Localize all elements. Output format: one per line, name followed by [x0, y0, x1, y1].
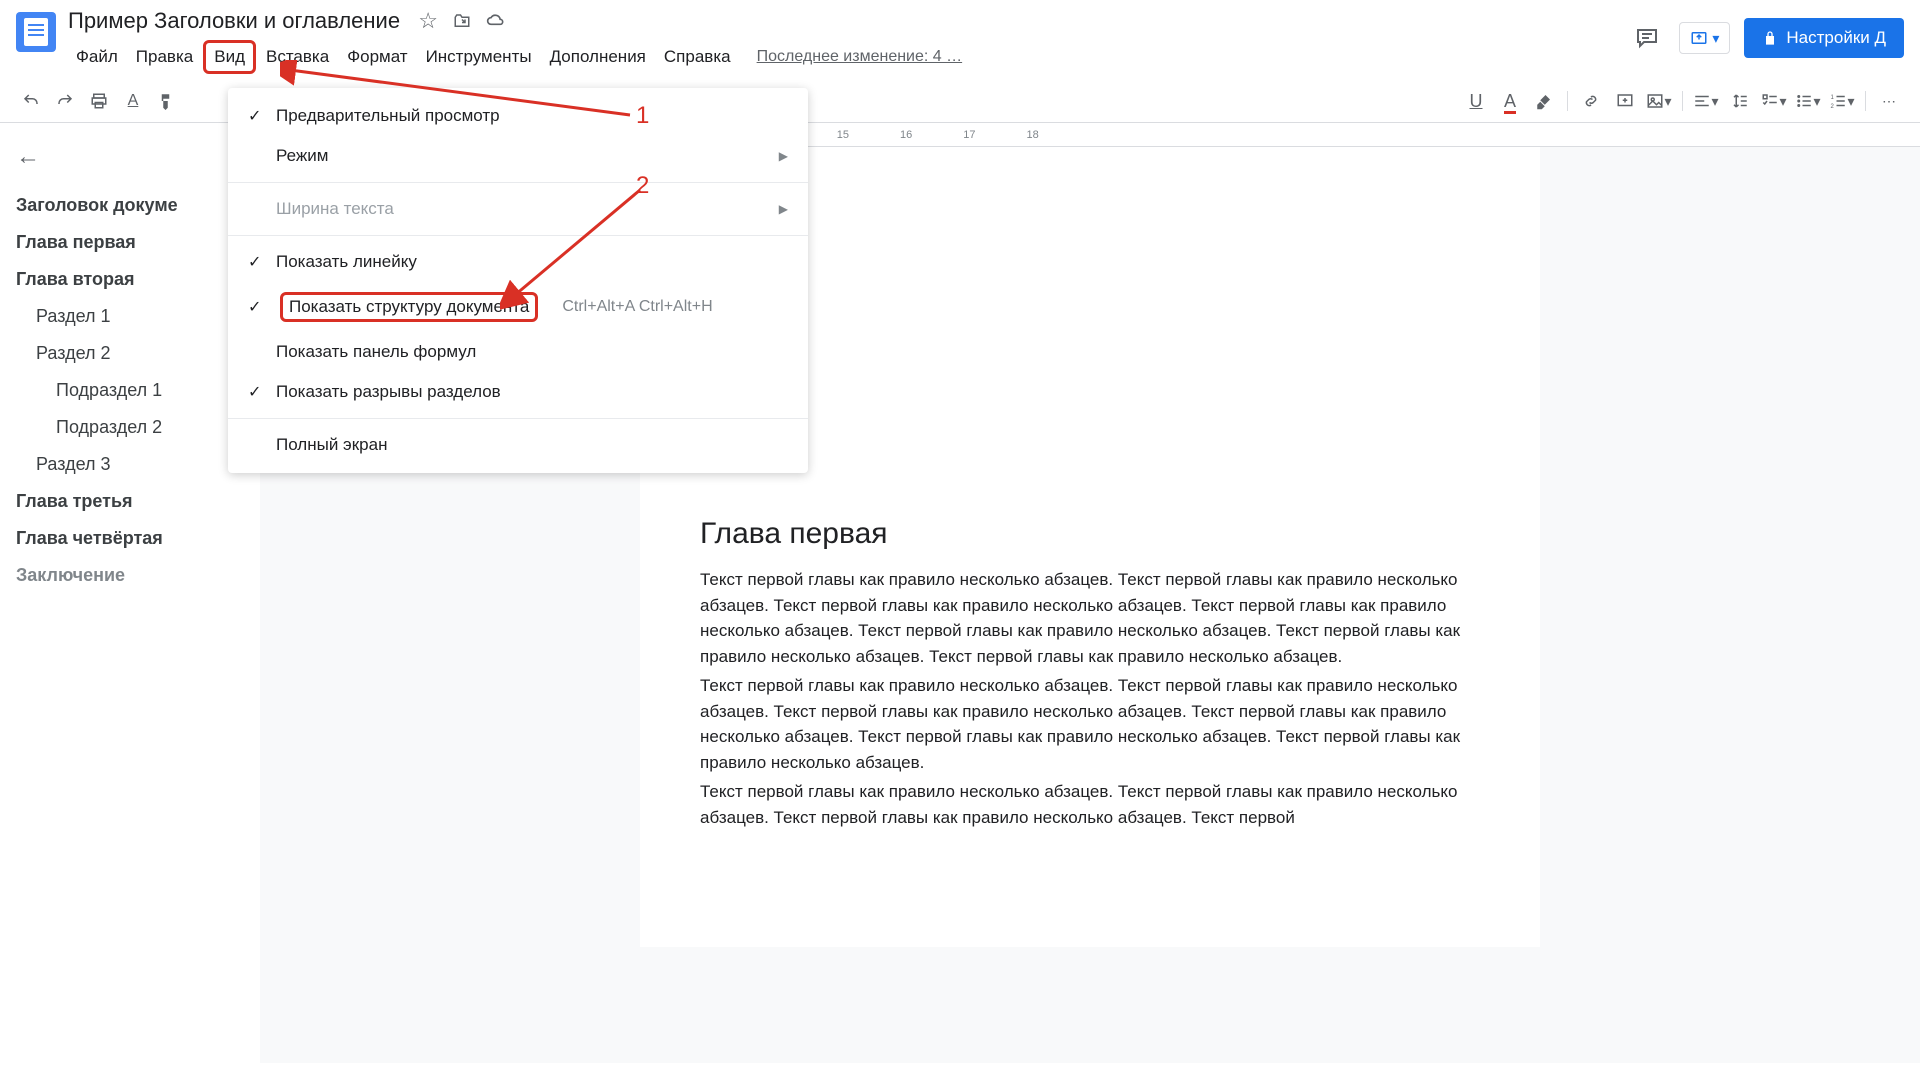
menu-addons[interactable]: Дополнения — [542, 43, 654, 71]
menu-separator — [228, 182, 808, 183]
submenu-arrow-icon: ▶ — [779, 149, 788, 163]
last-edit-link[interactable]: Последнее изменение: 4 … — [757, 48, 963, 66]
menu-item-fullscreen[interactable]: Полный экран — [228, 425, 808, 465]
menu-item-show-outline[interactable]: ✓ Показать структуру документа Ctrl+Alt+… — [228, 282, 808, 332]
more-button[interactable]: ⋯ — [1874, 86, 1904, 116]
outline-item[interactable]: Глава четвёртая — [16, 520, 244, 557]
menu-separator — [228, 418, 808, 419]
menu-tools[interactable]: Инструменты — [418, 43, 540, 71]
paint-format-button[interactable] — [152, 86, 182, 116]
header: Пример Заголовки и оглавление ☆ Файл Пра… — [0, 0, 1920, 74]
menu-item-text-width[interactable]: Ширина текста ▶ — [228, 189, 808, 229]
svg-text:1: 1 — [1831, 95, 1835, 101]
outline-panel: ← Заголовок докумеГлава перваяГлава втор… — [0, 123, 260, 1063]
cloud-icon[interactable] — [486, 11, 506, 31]
header-right: ▾ Настройки Д — [1629, 18, 1904, 58]
menu-item-show-section-breaks[interactable]: ✓ Показать разрывы разделов — [228, 372, 808, 412]
docs-logo[interactable] — [16, 12, 56, 52]
menu-view[interactable]: Вид — [203, 40, 256, 74]
comments-icon[interactable] — [1629, 20, 1665, 56]
chevron-down-icon: ▾ — [1712, 30, 1719, 47]
redo-button[interactable] — [50, 86, 80, 116]
present-button[interactable]: ▾ — [1679, 22, 1730, 54]
insert-link-button[interactable] — [1576, 86, 1606, 116]
submenu-arrow-icon: ▶ — [779, 202, 788, 216]
outline-item[interactable]: Подраздел 1 — [16, 372, 244, 409]
share-label: Настройки Д — [1786, 28, 1886, 48]
heading-1: Глава первая — [700, 517, 1480, 551]
line-spacing-button[interactable] — [1725, 86, 1755, 116]
outline-item[interactable]: Глава вторая — [16, 261, 244, 298]
check-icon: ✓ — [248, 106, 276, 126]
star-icon[interactable]: ☆ — [418, 11, 438, 31]
align-button[interactable]: ▾ — [1691, 86, 1721, 116]
spellcheck-button[interactable]: A — [118, 86, 148, 116]
check-icon: ✓ — [248, 297, 276, 317]
check-icon: ✓ — [248, 382, 276, 402]
print-button[interactable] — [84, 86, 114, 116]
paragraph: Текст первой главы как правило несколько… — [700, 673, 1480, 775]
numbered-list-button[interactable]: 12▾ — [1827, 86, 1857, 116]
shortcut-label: Ctrl+Alt+A Ctrl+Alt+H — [562, 298, 712, 316]
outline-item[interactable]: Раздел 2 — [16, 335, 244, 372]
share-button[interactable]: Настройки Д — [1744, 18, 1904, 58]
view-dropdown: ✓ Предварительный просмотр Режим ▶ Ширин… — [228, 88, 808, 473]
outline-item[interactable]: Заголовок докуме — [16, 187, 244, 224]
menu-insert[interactable]: Вставка — [258, 43, 337, 71]
outline-item[interactable]: Раздел 3 — [16, 446, 244, 483]
paragraph: Текст первой главы как правило несколько… — [700, 567, 1480, 669]
paragraph: Текст первой главы как правило несколько… — [700, 779, 1480, 830]
underline-button[interactable]: U — [1461, 86, 1491, 116]
menu-separator — [228, 235, 808, 236]
outline-item[interactable]: Заключение — [16, 557, 244, 594]
menu-help[interactable]: Справка — [656, 43, 739, 71]
doc-title-row: Пример Заголовки и оглавление ☆ — [68, 8, 1617, 34]
insert-comment-button[interactable] — [1610, 86, 1640, 116]
outline-item[interactable]: Подраздел 2 — [16, 409, 244, 446]
menu-file[interactable]: Файл — [68, 43, 126, 71]
checklist-button[interactable]: ▾ — [1759, 86, 1789, 116]
outline-back-icon[interactable]: ← — [16, 143, 244, 171]
outline-item[interactable]: Раздел 1 — [16, 298, 244, 335]
menu-item-preview[interactable]: ✓ Предварительный просмотр — [228, 96, 808, 136]
outline-item[interactable]: Глава третья — [16, 483, 244, 520]
undo-button[interactable] — [16, 86, 46, 116]
outline-item[interactable]: Глава первая — [16, 224, 244, 261]
menu-item-mode[interactable]: Режим ▶ — [228, 136, 808, 176]
doc-title[interactable]: Пример Заголовки и оглавление — [68, 8, 400, 34]
bullet-list-button[interactable]: ▾ — [1793, 86, 1823, 116]
menu-edit[interactable]: Правка — [128, 43, 201, 71]
menu-item-show-ruler[interactable]: ✓ Показать линейку — [228, 242, 808, 282]
svg-text:2: 2 — [1831, 104, 1835, 110]
move-icon[interactable] — [452, 11, 472, 31]
text-color-button[interactable]: A — [1495, 86, 1525, 116]
menu-item-show-formula-bar[interactable]: Показать панель формул — [228, 332, 808, 372]
insert-image-button[interactable]: ▾ — [1644, 86, 1674, 116]
title-area: Пример Заголовки и оглавление ☆ Файл Пра… — [68, 8, 1617, 74]
check-icon: ✓ — [248, 252, 276, 272]
highlight-button[interactable] — [1529, 86, 1559, 116]
menubar: Файл Правка Вид Вставка Формат Инструмен… — [68, 40, 1617, 74]
menu-format[interactable]: Формат — [339, 43, 415, 71]
